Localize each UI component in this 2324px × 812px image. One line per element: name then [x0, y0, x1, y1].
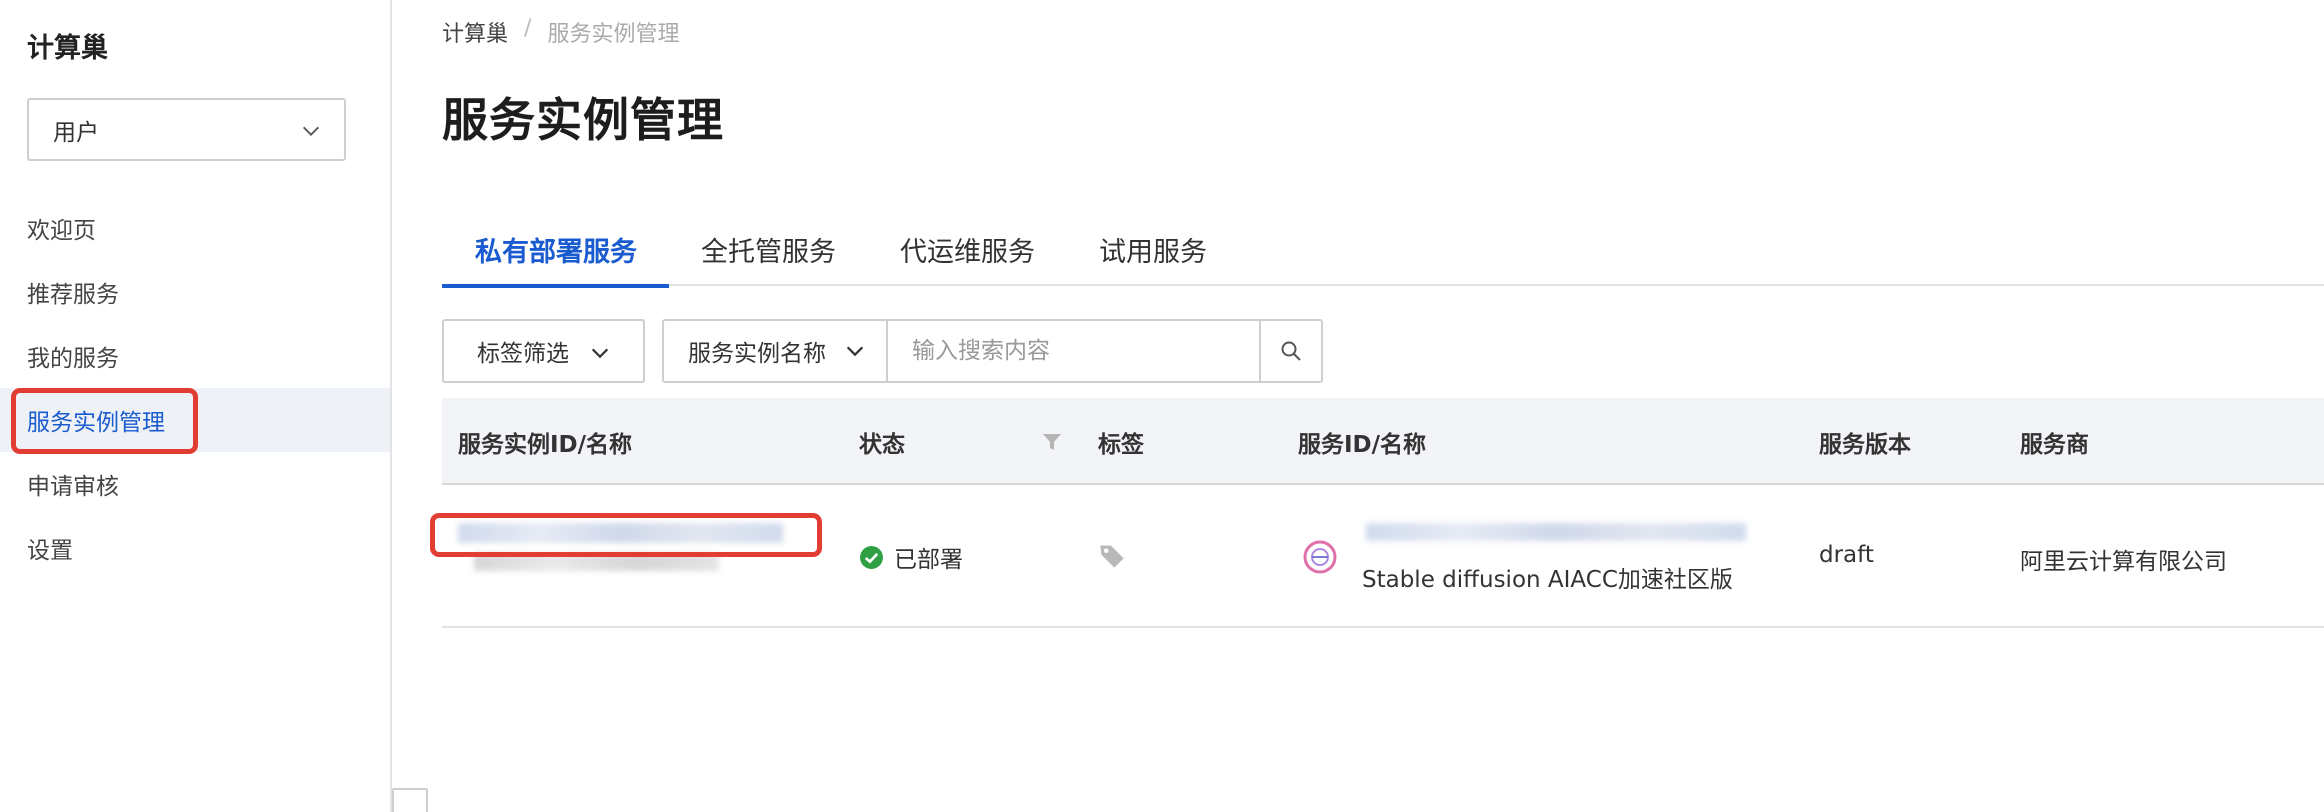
page-title: 服务实例管理 — [442, 93, 724, 147]
sidebar: 计算巢 用户 欢迎页 推荐服务 我的服务 服务实例管理 申请审核 设置 — [0, 0, 392, 812]
service-cell: Stable diffusion AIACC加速社区版 — [1298, 485, 1778, 628]
tag-filter-label: 标签筛选 — [477, 341, 569, 367]
sidebar-item-instance-management[interactable]: 服务实例管理 — [0, 388, 390, 454]
column-header-status: 状态 — [859, 431, 905, 458]
highlight-box — [430, 513, 822, 557]
toolbar: 标签筛选 服务实例名称 — [442, 319, 1323, 383]
sidebar-nav: 欢迎页 推荐服务 我的服务 服务实例管理 申请审核 设置 — [0, 196, 390, 580]
version-cell: draft — [1819, 542, 1874, 568]
service-name: Stable diffusion AIACC加速社区版 — [1362, 567, 1733, 593]
chevron-down-icon — [846, 346, 864, 357]
breadcrumb-root[interactable]: 计算巢 — [442, 16, 508, 48]
tab-fully-managed[interactable]: 全托管服务 — [669, 212, 868, 286]
search-button[interactable] — [1261, 321, 1321, 381]
filter-icon[interactable] — [1040, 430, 1064, 454]
role-select-value: 用户 — [53, 119, 99, 146]
breadcrumb-separator: / — [524, 16, 532, 41]
breadcrumb-current: 服务实例管理 — [547, 22, 680, 47]
table-row: 已部署 Stable diffusion AIACC加速社区版 draft 阿里… — [430, 485, 2324, 628]
product-title: 计算巢 — [27, 33, 108, 64]
sidebar-item-my-services[interactable]: 我的服务 — [0, 324, 390, 388]
tab-private-deployment[interactable]: 私有部署服务 — [442, 212, 669, 288]
search-input[interactable] — [888, 321, 1261, 381]
service-logo-icon — [1303, 540, 1337, 574]
search-type-select[interactable]: 服务实例名称 — [664, 321, 888, 381]
main-content: 计算巢 / 服务实例管理 服务实例管理 私有部署服务 全托管服务 代运维服务 试… — [392, 0, 2324, 812]
column-header-vendor: 服务商 — [2020, 431, 2089, 458]
sidebar-item-approval[interactable]: 申请审核 — [0, 452, 390, 516]
column-header-service: 服务ID/名称 — [1298, 431, 1427, 458]
vendor-cell: 阿里云计算有限公司 — [2020, 549, 2227, 575]
search-type-label: 服务实例名称 — [688, 341, 826, 367]
breadcrumb: 计算巢 / 服务实例管理 — [442, 16, 679, 48]
redacted-service-id[interactable] — [1366, 523, 1746, 541]
search-group: 服务实例名称 — [662, 319, 1323, 383]
role-select[interactable]: 用户 — [27, 98, 346, 161]
instance-id-cell[interactable] — [430, 485, 838, 628]
tag-filter-button[interactable]: 标签筛选 — [442, 319, 645, 383]
sidebar-item-label: 我的服务 — [27, 346, 119, 372]
sidebar-item-label: 设置 — [27, 538, 73, 564]
status-cell: 已部署 — [859, 540, 963, 574]
table-header: 服务实例ID/名称 状态 标签 服务ID/名称 服务版本 服务商 — [442, 398, 2324, 485]
sidebar-item-label: 欢迎页 — [27, 218, 96, 244]
tag-icon[interactable] — [1098, 542, 1126, 570]
sidebar-item-welcome[interactable]: 欢迎页 — [0, 196, 390, 260]
status-label: 已部署 — [894, 547, 963, 573]
tab-trial[interactable]: 试用服务 — [1067, 212, 1239, 286]
sidebar-item-label: 申请审核 — [27, 474, 119, 500]
sidebar-item-settings[interactable]: 设置 — [0, 516, 390, 580]
service-tabs: 私有部署服务 全托管服务 代运维服务 试用服务 — [442, 212, 2324, 288]
chevron-down-icon — [591, 348, 609, 359]
tab-managed-operations[interactable]: 代运维服务 — [868, 212, 1067, 286]
column-header-version: 服务版本 — [1819, 431, 1911, 458]
sidebar-item-recommended[interactable]: 推荐服务 — [0, 260, 390, 324]
sidebar-item-label: 推荐服务 — [27, 282, 119, 308]
column-header-tags: 标签 — [1098, 431, 1144, 458]
chevron-down-icon — [303, 126, 319, 136]
instance-table: 服务实例ID/名称 状态 标签 服务ID/名称 服务版本 服务商 已部署 Sta… — [430, 398, 2324, 628]
highlight-box — [11, 388, 198, 454]
column-header-instance: 服务实例ID/名称 — [458, 431, 633, 458]
search-icon — [1281, 341, 1301, 361]
check-circle-icon — [860, 545, 883, 569]
